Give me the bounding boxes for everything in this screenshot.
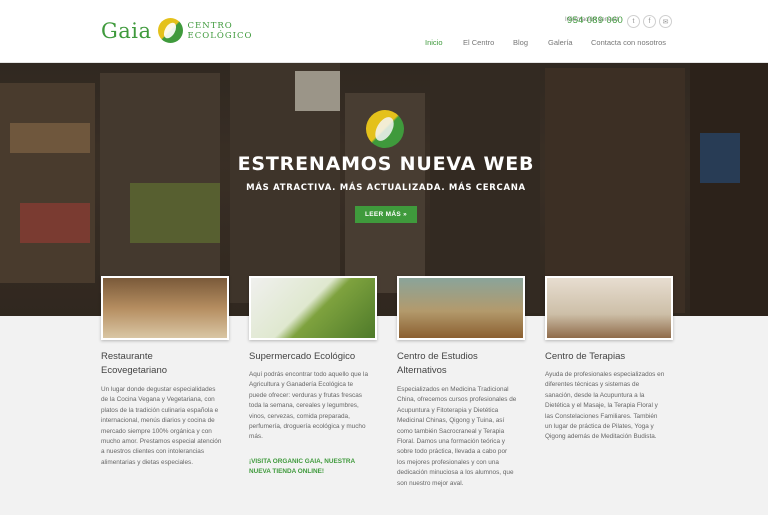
card-line: más. — [249, 433, 263, 441]
card-text-therapy-center: Ayuda de profesionales especializados en… — [545, 370, 664, 443]
card-text-study-center: Especializados en Medicina Tradicional C… — [397, 385, 516, 489]
restaurant-image[interactable] — [101, 276, 229, 340]
logo-subtitle-line-2: ECOLÓGICO — [187, 30, 253, 41]
card-line: puede ofrecer: verduras y frutas frescas — [249, 391, 362, 399]
card-line: Un lugar donde degustar especialidades — [101, 386, 216, 393]
nav-galeria[interactable]: Galería — [548, 38, 573, 47]
card-line: sanación, desde la Acupuntura a la — [545, 391, 645, 399]
card-line: vinos, cervezas, comida preparada, — [249, 412, 350, 420]
logo-leaf-icon — [157, 18, 183, 43]
card-line: los mejores profesionales y con una — [397, 458, 499, 466]
card-line: de la Cocina Vegana y Vegetariana, con — [101, 396, 215, 404]
card-title-restaurant[interactable]: Restaurante Ecovegetariano — [101, 350, 167, 378]
nav-blog[interactable]: Blog — [513, 38, 528, 47]
card-line: Dietética y el Masaje, la Terapia Floral… — [545, 402, 658, 410]
card-line: Agricultura y Ganadería Ecológica te — [249, 381, 354, 389]
card-title-supermarket[interactable]: Supermercado Ecológico — [249, 350, 355, 364]
therapy-center-image[interactable] — [545, 276, 673, 340]
facebook-icon[interactable]: f — [643, 15, 656, 28]
card-line: internacional, menús diarios y cocina de — [101, 417, 215, 425]
mail-glyph: ✉ — [662, 18, 669, 26]
site-header: Gaia CENTRO ECOLÓGICO Información genera… — [0, 0, 768, 63]
logo-subtitle: CENTRO ECOLÓGICO — [188, 21, 253, 41]
card-text-supermarket: Aquí podrás encontrar todo aquello que l… — [249, 370, 368, 443]
logo-subtitle-line-1: CENTRO — [187, 20, 233, 31]
card-line: Qigong además de Meditación Budista. — [545, 433, 657, 441]
card-title-line: Alternativos — [397, 365, 447, 376]
card-line: son nuestro mejor aval. — [397, 479, 464, 487]
card-line: toda la semana, cereales y legumbres, — [249, 402, 359, 410]
card-line: platos de la tradición culinaria español… — [101, 406, 219, 414]
card-line: Especializados en Medicina Tradicional — [397, 386, 509, 393]
facebook-glyph: f — [648, 18, 651, 25]
site-logo[interactable]: Gaia CENTRO ECOLÓGICO — [101, 18, 252, 43]
read-more-button[interactable]: LEER MÁS » — [355, 206, 417, 223]
card-title-therapy-center[interactable]: Centro de Terapias — [545, 350, 625, 364]
card-line: diferentes técnicas y sistemas de — [545, 381, 640, 389]
card-title-study-center[interactable]: Centro de Estudios Alternativos — [397, 350, 478, 378]
nav-inicio[interactable]: Inicio — [425, 38, 443, 47]
twitter-glyph: t — [632, 18, 635, 25]
card-line: China, ofrecemos cursos profesionales de — [397, 396, 517, 404]
card-text-restaurant: Un lugar donde degustar especialidades d… — [101, 385, 221, 468]
nav-contacta[interactable]: Contacta con nosotros — [591, 38, 666, 47]
hero-title: ESTRENAMOS NUEVA WEB — [237, 153, 535, 175]
phone-number[interactable]: 954 089 060 — [567, 15, 623, 26]
card-line: un lugar de práctica de Pilates, Yoga y — [545, 423, 654, 431]
card-title-line: Restaurante — [101, 351, 153, 362]
card-title-line: Centro de Estudios — [397, 351, 478, 362]
organic-gaia-link[interactable]: ¡VISITA ORGANIC GAIA, NUESTRA NUEVA TIEN… — [249, 457, 355, 478]
card-line: Aquí podrás encontrar todo aquello que l… — [249, 371, 369, 378]
card-line: dedicación minuciosa a los alumnos, que — [397, 469, 514, 477]
card-line: Floral. Damos una formación teórica y — [397, 438, 505, 446]
logo-wordmark: Gaia — [101, 18, 152, 43]
card-line: perfumería, droguería ecológica y mucho — [249, 423, 366, 431]
card-line: sobre todo práctica, llevada a cabo por — [397, 448, 508, 456]
link-line: ¡VISITA ORGANIC GAIA, NUESTRA — [249, 458, 356, 465]
card-title-line: Supermercado Ecológico — [249, 351, 356, 362]
card-line: como también Sacrocraneal y Terapia — [397, 427, 505, 435]
card-title-line: Centro de Terapias — [545, 351, 626, 362]
card-line: Ayuda de profesionales especializados en — [545, 371, 665, 378]
card-line: alimentarias y dietas especiales. — [101, 458, 193, 466]
card-line: a nuestros clientes con intolerancias — [101, 448, 205, 456]
supermarket-image[interactable] — [249, 276, 377, 340]
nav-el-centro[interactable]: El Centro — [463, 38, 494, 47]
mail-icon[interactable]: ✉ — [659, 15, 672, 28]
twitter-icon[interactable]: t — [627, 15, 640, 28]
card-line: las Constelaciones Familiares. También — [545, 412, 658, 420]
study-center-image[interactable] — [397, 276, 525, 340]
hero-subtitle: MÁS ATRACTIVA. MÁS ACTUALIZADA. MÁS CERC… — [246, 183, 526, 193]
hero-leaf-icon — [366, 110, 404, 148]
card-line: Acupuntura y Fitoterapia y Dietética — [397, 406, 499, 414]
card-title-line: Ecovegetariano — [101, 365, 168, 376]
card-line: Medicinal Chinas, Qigong y Tuina, así — [397, 417, 505, 425]
card-line: mucho amor. Prestamos especial atención — [101, 438, 222, 446]
card-line: mercado siempre 100% orgánica y con — [101, 427, 212, 435]
link-line: NUEVA TIENDA ONLINE! — [249, 468, 325, 476]
